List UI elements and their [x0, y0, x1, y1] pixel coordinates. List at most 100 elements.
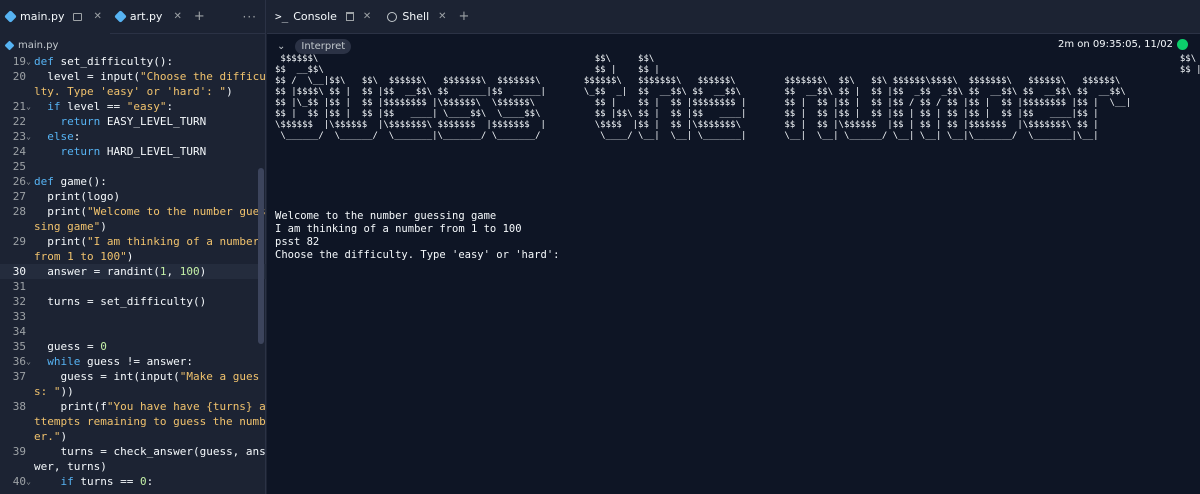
line-number: 33	[12, 310, 26, 323]
code-token: :	[166, 100, 174, 113]
python-file-icon	[4, 40, 15, 50]
code-token: def	[34, 175, 61, 188]
code-line[interactable]: 39 turns = check_answer(guess, answer, t…	[0, 444, 266, 474]
add-tab-button[interactable]: +	[459, 9, 470, 24]
fold-chevron-icon[interactable]: ⌄	[26, 474, 31, 489]
code-token: ))	[60, 385, 74, 398]
code-line[interactable]: 21 ⌄ if level == "easy":	[0, 99, 266, 114]
code-token: input(	[100, 70, 140, 83]
code-line[interactable]: 19 ⌄ def set_difficulty():	[0, 54, 266, 69]
run-timestamp: 2m on 09:35:05, 11/02	[1057, 39, 1173, 50]
code-token: )	[100, 220, 107, 233]
tab-console[interactable]: >_ Console ✕	[267, 0, 379, 34]
line-number: 37	[12, 370, 26, 383]
code-line[interactable]: 29 print("I am thinking of a number from…	[0, 234, 266, 264]
code-token: level =	[34, 70, 101, 83]
editor-scrollbar[interactable]	[258, 168, 264, 344]
split-view-icon[interactable]	[73, 12, 83, 21]
line-number: 40 ⌄	[12, 474, 31, 489]
code-token: EASY_LEVEL_TURN	[100, 115, 207, 128]
code-text: def set_difficulty():	[28, 54, 266, 69]
code-line[interactable]: 26 ⌄ def game():	[0, 174, 266, 189]
code-line[interactable]: 40 ⌄ if turns == 0:	[0, 474, 266, 489]
close-icon[interactable]: ✕	[363, 11, 371, 22]
trash-icon[interactable]	[345, 12, 354, 21]
code-editor[interactable]: 19 ⌄ def set_difficulty(): 20 level = input…	[0, 54, 266, 489]
code-line[interactable]: 27 print(logo)	[0, 189, 266, 204]
code-line[interactable]: 37 guess = int(input("Make a guess: "))	[0, 369, 266, 399]
code-token: :	[73, 130, 81, 143]
code-line[interactable]: 36 ⌄ while guess != answer:	[0, 354, 266, 369]
code-token: )	[199, 265, 207, 278]
close-icon[interactable]: ✕	[438, 11, 446, 22]
status-ok-icon	[1177, 39, 1188, 50]
code-line[interactable]: 24 return HARD_LEVEL_TURN	[0, 144, 266, 159]
code-line[interactable]: 20 level = input("Choose the difficulty.…	[0, 69, 266, 99]
tab-shell[interactable]: Shell ✕	[379, 0, 454, 34]
close-icon[interactable]: ✕	[173, 11, 181, 22]
code-line[interactable]: 35 guess = 0	[0, 339, 266, 354]
line-number: 23 ⌄	[12, 129, 31, 144]
tab-label: Console	[293, 10, 337, 23]
line-number: 29	[12, 235, 26, 248]
code-token: if	[60, 475, 74, 488]
editor-tabbar: main.py ✕ art.py ✕ + ···	[0, 0, 265, 34]
code-text: while guess != answer:	[28, 354, 266, 369]
code-line[interactable]: 28 print("Welcome to the number guessing…	[0, 204, 266, 234]
code-line[interactable]: 31	[0, 279, 266, 294]
fold-chevron-icon[interactable]: ⌄	[26, 54, 31, 69]
line-number: 26 ⌄	[12, 174, 31, 189]
code-token: set_difficulty():	[60, 55, 174, 68]
more-options-icon[interactable]: ···	[243, 10, 257, 24]
interpreter-badge[interactable]: Interpret	[295, 38, 352, 54]
code-line[interactable]: 33	[0, 309, 266, 324]
code-text: guess = int(input("Make a guess: "))	[28, 369, 266, 399]
code-line[interactable]: 25	[0, 159, 266, 174]
line-number: 38	[12, 400, 26, 413]
python-file-icon	[114, 10, 127, 23]
code-text: guess = 0	[28, 339, 266, 354]
code-token: while	[47, 355, 81, 368]
code-line[interactable]: 38 print(f"You have have {turns} attempt…	[0, 399, 266, 444]
code-line[interactable]: 34	[0, 324, 266, 339]
breadcrumb-file[interactable]: main.py	[18, 40, 58, 51]
close-icon[interactable]: ✕	[93, 11, 101, 22]
code-token: print(logo)	[34, 190, 121, 203]
tab-label: art.py	[129, 10, 163, 23]
fold-chevron-icon[interactable]: ⌄	[26, 129, 31, 144]
line-number: 25	[12, 160, 26, 173]
run-status: 2m on 09:35:05, 11/02	[1058, 39, 1188, 50]
fold-chevron-icon[interactable]: ⌄	[26, 99, 31, 114]
fold-chevron-icon[interactable]: ⌄	[26, 174, 31, 189]
line-number: 19 ⌄	[12, 54, 31, 69]
line-number: 28	[12, 205, 26, 218]
console-output[interactable]: Welcome to the number guessing game I am …	[275, 210, 559, 262]
code-token: 0	[100, 340, 107, 353]
code-text: return HARD_LEVEL_TURN	[28, 144, 266, 159]
chevron-down-icon[interactable]: ⌄	[277, 41, 285, 52]
code-text: return EASY_LEVEL_TURN	[28, 114, 266, 129]
code-line[interactable]: 30 answer = randint(1, 100)	[0, 264, 266, 279]
code-line[interactable]: 22 return EASY_LEVEL_TURN	[0, 114, 266, 129]
add-tab-button[interactable]: +	[194, 9, 205, 24]
line-number: 39	[12, 445, 26, 458]
code-text: if level == "easy":	[28, 99, 266, 114]
editor-pane: main.py ✕ art.py ✕ + ··· main.py 19 ⌄ def …	[0, 0, 266, 494]
code-text: print(f"You have have {turns} attempts r…	[28, 399, 266, 444]
fold-chevron-icon[interactable]: ⌄	[26, 354, 31, 369]
code-line[interactable]: 23 ⌄ else:	[0, 129, 266, 144]
code-token: )	[226, 85, 233, 98]
tab-art-py[interactable]: art.py ✕	[110, 0, 190, 34]
line-number: 35	[12, 340, 26, 353]
line-number: 24	[12, 145, 26, 158]
code-text: print("Welcome to the number guessing ga…	[28, 204, 266, 234]
code-line[interactable]: 32 turns = set_difficulty()	[0, 294, 266, 309]
output-line: Choose the difficulty. Type 'easy' or 'h…	[275, 249, 560, 261]
tab-main-py[interactable]: main.py ✕	[0, 0, 110, 34]
code-token: 0	[139, 475, 147, 488]
code-text: else:	[28, 129, 266, 144]
